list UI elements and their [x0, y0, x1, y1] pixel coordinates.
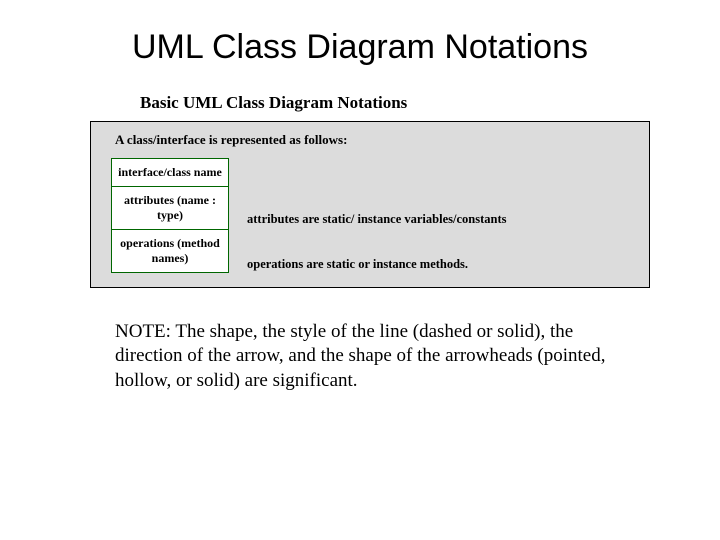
page-title: UML Class Diagram Notations — [0, 0, 720, 87]
note-text: NOTE: The shape, the style of the line (… — [115, 320, 635, 393]
class-attributes-compartment: attributes (name : type) — [111, 187, 229, 230]
class-name-compartment: interface/class name — [111, 158, 229, 187]
figure-labels-column: attributes are static/ instance variable… — [247, 158, 637, 273]
operations-label: operations are static or instance method… — [247, 257, 637, 272]
attributes-label: attributes are static/ instance variable… — [247, 212, 637, 227]
figure-content-row: interface/class name attributes (name : … — [107, 158, 637, 273]
figure-heading: Basic UML Class Diagram Notations — [90, 87, 650, 121]
class-operations-compartment: operations (method names) — [111, 230, 229, 273]
uml-class-box: interface/class name attributes (name : … — [111, 158, 229, 273]
figure-box: A class/interface is represented as foll… — [90, 121, 650, 288]
figure-area: Basic UML Class Diagram Notations A clas… — [90, 87, 650, 288]
figure-intro: A class/interface is represented as foll… — [115, 132, 637, 148]
